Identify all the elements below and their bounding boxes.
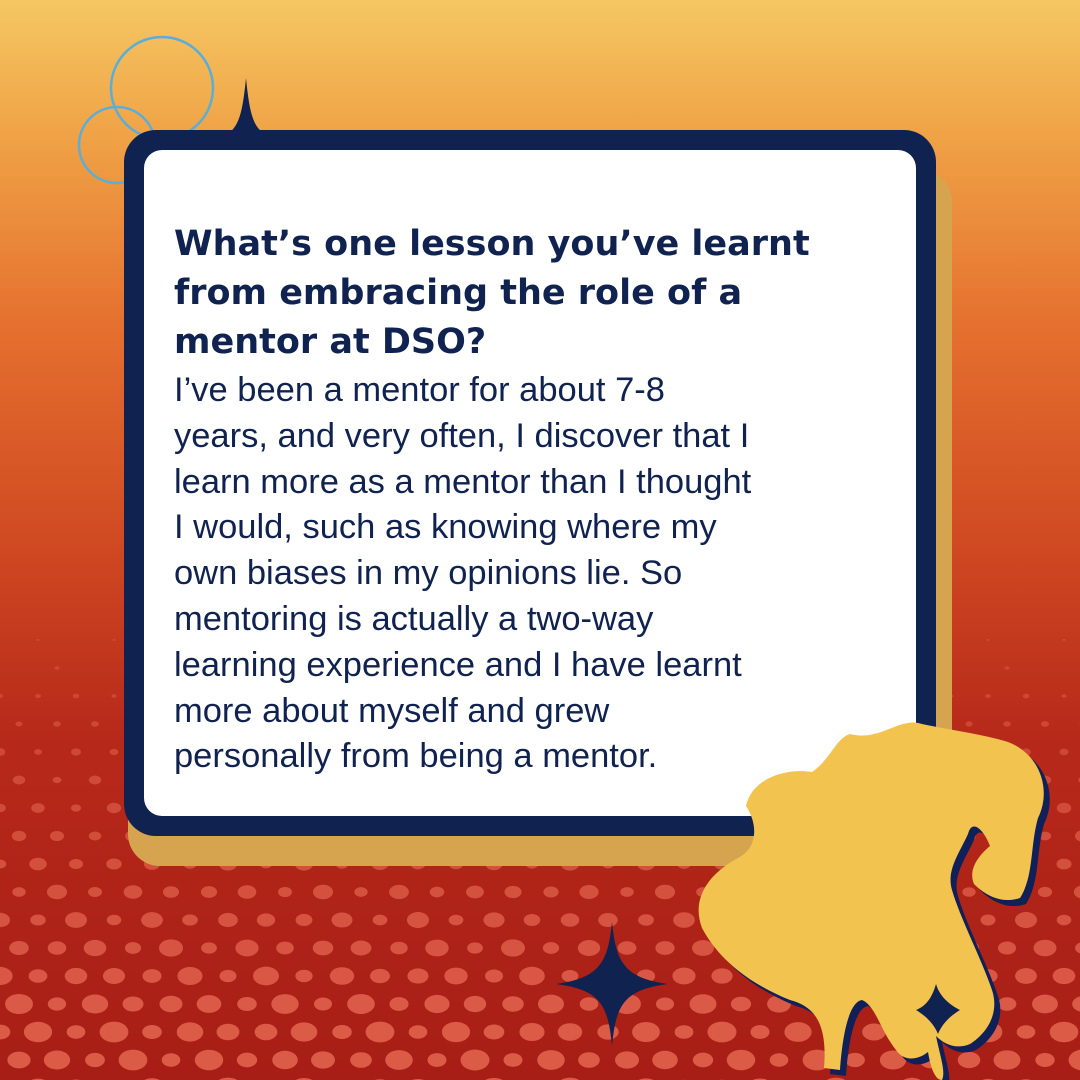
poster-canvas: What’s one lesson you’ve learnt from emb… bbox=[0, 0, 1080, 1080]
flying-figure-silhouette-icon bbox=[698, 722, 1050, 1080]
